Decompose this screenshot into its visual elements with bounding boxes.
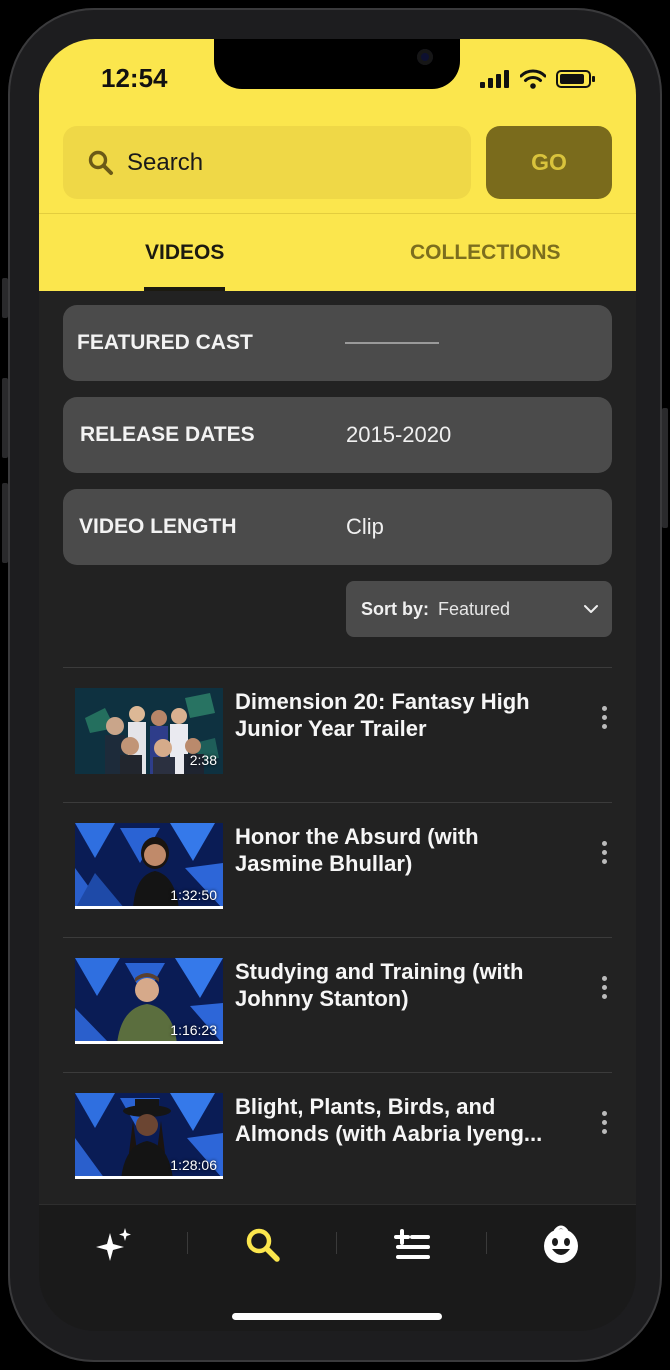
video-list-item[interactable]: 1:32:50 Honor the Absurd (with Jasmine B… (63, 802, 612, 938)
video-thumbnail[interactable]: 1:16:23 (75, 958, 223, 1044)
video-thumbnail[interactable]: 2:38 (75, 688, 223, 774)
header: 12:54 Search GO VIDEOS COLLECTIONS (39, 39, 636, 291)
release-dates-value: 2015-2020 (346, 422, 452, 447)
search-icon[interactable] (243, 1225, 283, 1265)
app-screen: 12:54 Search GO VIDEOS COLLECTIONS FEATU… (39, 39, 636, 1331)
volume-down-button (2, 483, 8, 563)
release-dates-filter[interactable]: RELEASE DATES 2015-2020 (63, 397, 612, 473)
profile-face-icon[interactable] (541, 1225, 581, 1265)
nav-divider (486, 1232, 487, 1254)
video-length-label: VIDEO LENGTH (79, 515, 237, 538)
video-thumbnail[interactable]: 1:28:06 (75, 1093, 223, 1179)
watch-progress-bar (75, 1041, 223, 1044)
video-title[interactable]: Blight, Plants, Birds, and Almonds (with… (235, 1093, 565, 1147)
featured-cast-filter[interactable]: FEATURED CAST (63, 305, 612, 381)
nav-divider (336, 1232, 337, 1254)
watch-progress-bar (75, 906, 223, 909)
queue-add-icon[interactable] (392, 1225, 432, 1265)
nav-divider (187, 1232, 188, 1254)
tab-videos[interactable]: VIDEOS (145, 241, 224, 265)
sort-dropdown[interactable]: Sort by: Featured (346, 581, 612, 637)
more-options-icon[interactable] (599, 976, 609, 1006)
release-dates-label: RELEASE DATES (80, 423, 255, 446)
watch-progress-bar (75, 1176, 223, 1179)
tab-collections[interactable]: COLLECTIONS (410, 241, 561, 265)
bottom-nav (39, 1204, 636, 1331)
sort-label: Sort by: (361, 599, 430, 619)
header-divider (39, 213, 636, 214)
status-icons (480, 69, 596, 89)
go-button[interactable]: GO (486, 126, 612, 199)
featured-cast-empty-value (345, 342, 439, 344)
video-list-item[interactable]: 1:16:23 Studying and Training (with John… (63, 937, 612, 1073)
active-tab-indicator (144, 287, 225, 291)
more-options-icon[interactable] (599, 841, 609, 871)
chevron-down-icon (584, 605, 598, 613)
notch (214, 39, 460, 89)
volume-up-button (2, 378, 8, 458)
video-title[interactable]: Studying and Training (with Johnny Stant… (235, 958, 565, 1012)
video-title[interactable]: Honor the Absurd (with Jasmine Bhullar) (235, 823, 565, 877)
wifi-icon (520, 69, 546, 89)
power-button (662, 408, 668, 528)
more-options-icon[interactable] (599, 1111, 609, 1141)
video-length-filter[interactable]: VIDEO LENGTH Clip (63, 489, 612, 565)
sparkles-icon[interactable] (94, 1225, 134, 1265)
home-indicator[interactable] (232, 1313, 442, 1320)
search-placeholder: Search (127, 148, 204, 176)
camera-icon (417, 49, 433, 65)
search-input[interactable]: Search (63, 126, 471, 199)
status-time: 12:54 (101, 63, 168, 93)
video-length-value: Clip (346, 514, 384, 539)
video-list-item[interactable]: 1:28:06 Blight, Plants, Birds, and Almon… (63, 1072, 612, 1208)
video-duration: 1:28:06 (170, 1157, 217, 1173)
video-list-item[interactable]: 2:38 Dimension 20: Fantasy High Junior Y… (63, 667, 612, 803)
cellular-signal-icon (480, 70, 509, 88)
battery-icon (556, 70, 595, 88)
video-title[interactable]: Dimension 20: Fantasy High Junior Year T… (235, 688, 565, 742)
video-duration: 2:38 (189, 752, 217, 768)
mute-switch (2, 278, 8, 318)
search-icon (88, 150, 113, 175)
sort-value: Featured (438, 599, 511, 619)
more-options-icon[interactable] (599, 706, 609, 736)
featured-cast-label: FEATURED CAST (77, 331, 253, 354)
video-thumbnail[interactable]: 1:32:50 (75, 823, 223, 909)
video-duration: 1:16:23 (170, 1022, 217, 1038)
video-duration: 1:32:50 (170, 887, 217, 903)
